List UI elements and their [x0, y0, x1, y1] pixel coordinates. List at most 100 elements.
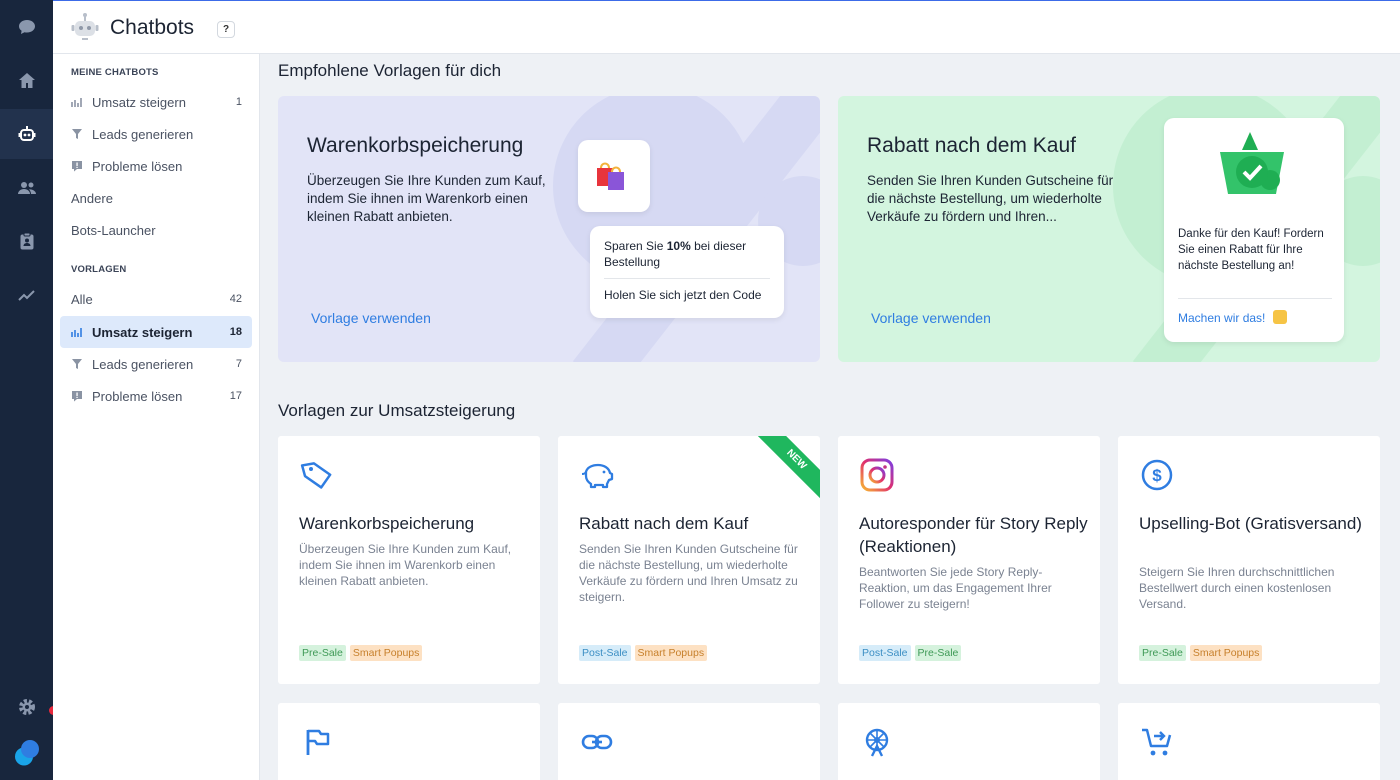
instagram-icon: [860, 458, 894, 492]
use-template-link[interactable]: Vorlage verwenden: [871, 310, 991, 326]
sidebar-item-label: Umsatz steigern: [92, 94, 186, 110]
dollar-coin-icon: $: [1141, 459, 1173, 491]
sidebar-item-label: Leads generieren: [92, 356, 194, 372]
svg-text:$: $: [1152, 466, 1162, 485]
contacts-nav[interactable]: [0, 163, 53, 213]
hero-card-warenkorb[interactable]: Warenkorbspeicherung Überzeugen Sie Ihre…: [278, 96, 820, 362]
sidebar-item-label: Probleme lösen: [92, 158, 183, 174]
brand-logo-icon: [14, 740, 39, 766]
card-description: Überzeugen Sie Ihre Kunden zum Kauf, ind…: [299, 542, 512, 588]
funnel-icon: [72, 359, 82, 369]
template-card[interactable]: [838, 703, 1100, 780]
divider: [604, 278, 770, 279]
card-title: Rabatt nach dem Kauf: [579, 514, 749, 533]
tag-smart-popups: Smart Popups: [634, 645, 708, 661]
card-description: Steigern Sie Ihren durchschnittlichen Be…: [1139, 565, 1335, 611]
discount-bubble: Sparen Sie 10% bei dieser Bestellung Hol…: [590, 226, 784, 318]
chat-nav[interactable]: [0, 2, 53, 52]
template-card[interactable]: [1118, 703, 1380, 780]
home-nav[interactable]: [0, 56, 53, 106]
lets-do-it-link[interactable]: Machen wir das!: [1178, 310, 1287, 325]
analytics-nav[interactable]: [0, 270, 53, 320]
shopping-bag-bubble: [578, 140, 650, 212]
sidebar-item-leads-generieren[interactable]: Leads generieren: [60, 118, 252, 150]
new-ribbon: NEW: [753, 436, 820, 503]
chatbot-header-icon: [71, 13, 99, 40]
divider: [1178, 298, 1332, 299]
lets-do-it-label: Machen wir das!: [1178, 311, 1266, 325]
hero-title: Rabatt nach dem Kauf: [867, 134, 1076, 157]
app-rail: [0, 0, 58, 780]
tag-post-sale: Post-Sale: [859, 645, 911, 661]
tag-post-sale: Post-Sale: [579, 645, 631, 661]
card-description: Beantworten Sie jede Story Reply-Reaktio…: [859, 565, 1052, 611]
sidebar-item-bots-launcher[interactable]: Bots-Launcher: [60, 214, 252, 246]
template-card[interactable]: Autoresponder für Story Reply (Reaktione…: [838, 436, 1100, 684]
tag-list: Pre-Sale Smart Popups: [299, 645, 423, 661]
sidebar-item-label: Alle: [71, 291, 93, 307]
help-button[interactable]: ?: [217, 21, 235, 38]
tag-pre-sale: Pre-Sale: [299, 645, 346, 661]
sidebar-item-templates-umsatz[interactable]: Umsatz steigern 18: [60, 316, 252, 348]
thanks-text: Danke für den Kauf! Fordern Sie einen Ra…: [1178, 228, 1324, 272]
link-icon: [581, 734, 613, 750]
template-card[interactable]: [558, 703, 820, 780]
template-card[interactable]: Warenkorbspeicherung Überzeugen Sie Ihre…: [278, 436, 540, 684]
page-title: Chatbots: [110, 16, 195, 39]
tag-list: Post-Sale Pre-Sale: [859, 645, 962, 661]
tag-pre-sale: Pre-Sale: [1139, 645, 1186, 661]
tasks-nav[interactable]: [0, 216, 53, 266]
card-title: Autoresponder für Story Reply (Reaktione…: [859, 514, 1088, 556]
hero-card-rabatt[interactable]: Rabatt nach dem Kauf Senden Sie Ihren Ku…: [838, 96, 1380, 362]
people-icon: [17, 182, 36, 194]
sidebar-item-label: Umsatz steigern: [92, 324, 193, 340]
chart-up-icon: [71, 328, 82, 337]
hero-description: Senden Sie Ihren Kunden Gutscheine für d…: [867, 173, 1114, 224]
settings-nav[interactable]: [0, 682, 53, 732]
sidebar-item-templates-probleme[interactable]: Probleme lösen 17: [60, 380, 252, 412]
bot-icon: [18, 126, 35, 141]
sidebar-item-count: 17: [229, 390, 242, 402]
home-icon: [18, 73, 35, 88]
section-heading-templates: VORLAGEN: [71, 264, 127, 275]
template-card[interactable]: [278, 703, 540, 780]
discount-percent: 10%: [666, 239, 691, 253]
sidebar-item-label: Leads generieren: [92, 126, 194, 142]
sidebar-item-probleme-loesen[interactable]: Probleme lösen: [60, 150, 252, 182]
chatbots-sidebar: MEINE CHATBOTS Umsatz steigern 1 Leads g…: [53, 54, 260, 780]
flag-icon: [306, 729, 330, 755]
sidebar-item-templates-leads[interactable]: Leads generieren 7: [60, 348, 252, 380]
chart-up-icon: [71, 98, 82, 107]
price-tag-icon: [300, 462, 332, 489]
chatbots-nav[interactable]: [0, 109, 53, 159]
chat-icon: [18, 20, 35, 34]
sidebar-item-count: 7: [235, 358, 242, 370]
basket-check-icon: [1220, 132, 1284, 194]
get-code-text: Holen Sie sich jetzt den Code: [604, 288, 762, 302]
shopping-bags-icon: [597, 162, 624, 190]
sidebar-item-umsatz-steigern[interactable]: Umsatz steigern 1: [60, 86, 252, 118]
profile-nav[interactable]: [0, 727, 53, 777]
thanks-bubble: Danke für den Kauf! Fordern Sie einen Ra…: [1164, 118, 1344, 342]
piggy-bank-icon: [581, 463, 614, 489]
tag-smart-popups: Smart Popups: [349, 645, 423, 661]
main-content: Empfohlene Vorlagen für dich Warenkorbsp…: [261, 54, 1400, 780]
section-heading-my-chatbots: MEINE CHATBOTS: [71, 67, 159, 78]
trend-icon: [17, 290, 35, 301]
tag-list: Pre-Sale Smart Popups: [1139, 645, 1263, 661]
hand-emoji-icon: [1272, 310, 1287, 324]
funnel-icon: [72, 129, 82, 139]
recommended-heading: Empfohlene Vorlagen für dich: [278, 61, 502, 80]
sidebar-item-count: 18: [229, 326, 242, 338]
tag-list: Post-Sale Smart Popups: [579, 645, 708, 661]
sidebar-item-andere[interactable]: Andere: [60, 182, 252, 214]
hero-title: Warenkorbspeicherung: [307, 134, 524, 157]
page-header: Chatbots ?: [53, 0, 1400, 54]
sidebar-item-alle[interactable]: Alle 42: [60, 283, 252, 315]
use-template-link[interactable]: Vorlage verwenden: [311, 310, 431, 326]
card-description: Senden Sie Ihren Kunden Gutscheine für d…: [579, 542, 798, 604]
sales-templates-heading: Vorlagen zur Umsatzsteigerung: [278, 401, 516, 420]
sidebar-item-count: 1: [235, 96, 242, 108]
template-card[interactable]: $ Upselling-Bot (Gratisversand) Steigern…: [1118, 436, 1380, 684]
template-card[interactable]: NEW Rabatt nach dem Kauf Senden Sie Ihre…: [558, 436, 820, 684]
